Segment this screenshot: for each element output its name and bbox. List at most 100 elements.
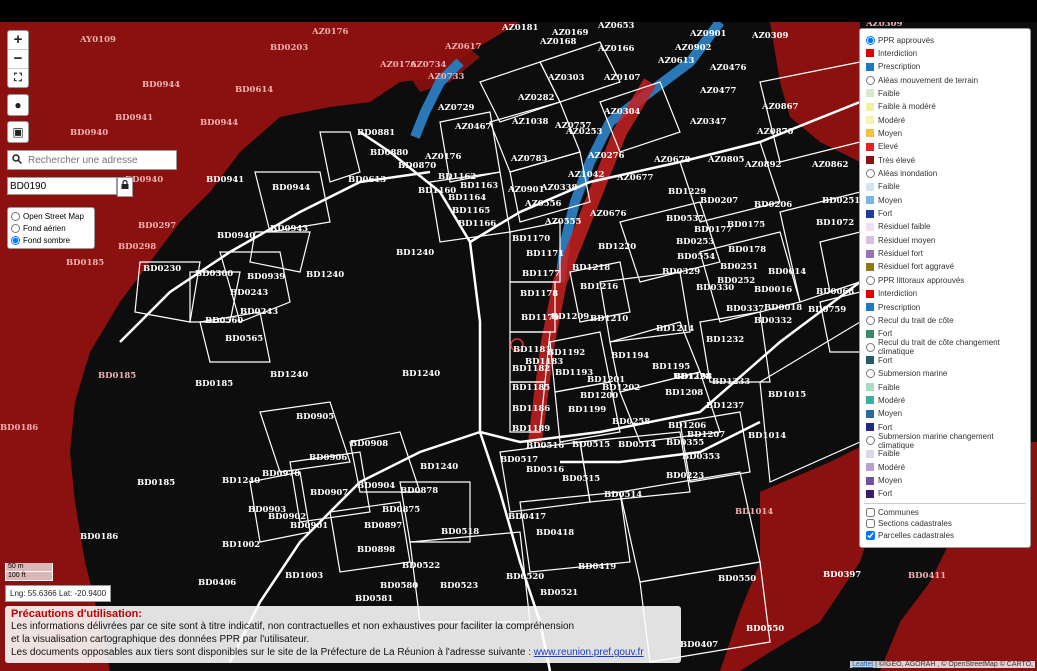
legend-label-27: Modéré (878, 395, 906, 405)
legend-label-10: Aléas inondation (878, 169, 938, 178)
parcel-label-az0555: AZ0555 (544, 217, 582, 227)
parcel-label-bd0907: BD0907 (310, 488, 348, 498)
parcel-label-bd0223: BD0223 (666, 471, 704, 481)
address-search-input[interactable] (26, 153, 170, 167)
lock-icon (121, 179, 129, 189)
zoom-out-button[interactable]: − (8, 50, 28, 69)
parcel-search-input[interactable] (7, 177, 117, 195)
parcel-label-bd1199: BD1199 (568, 405, 606, 415)
parcel-label-bd1164: BD1164 (448, 193, 486, 203)
parcel-label-az1038: AZ1038 (511, 117, 549, 127)
prefecture-link[interactable]: www.reunion.pref.gouv.fr (534, 647, 644, 658)
parcel-label-bd1003: BD1003 (285, 571, 323, 581)
legend-item-5: Faible à modéré (866, 101, 936, 113)
parcel-label-az0282: AZ0282 (517, 93, 555, 103)
legend-radio-3[interactable] (866, 75, 875, 85)
scale-imperial: 100 ft (5, 572, 53, 581)
legend-swatch-6 (866, 116, 874, 125)
parcel-label-bd1177: BD1177 (522, 269, 560, 279)
parcel-label-bd0185: BD0185 (137, 478, 175, 488)
legend-radio-30[interactable] (866, 436, 875, 445)
parcel-label-bd0514: BD0514 (618, 440, 656, 450)
legend-item-33: Moyen (866, 475, 902, 487)
legend-label-20: Prescription (878, 302, 921, 312)
parcel-label-az0862: AZ0862 (811, 160, 849, 170)
top-bar (0, 0, 1037, 22)
parcel-label-bd1189: BD1189 (512, 424, 550, 434)
basemap-option-dark[interactable]: Fond sombre (11, 234, 91, 246)
parcel-label-bd0243: BD0243 (240, 307, 278, 317)
legend-label-34: Fort (878, 489, 893, 499)
legend-radio-18[interactable] (866, 275, 875, 285)
parcel-label-bd0207: BD0207 (700, 196, 738, 206)
legend-item-3[interactable]: Aléas mouvement de terrain (866, 74, 978, 86)
parcel-label-bd0068: BD0068 (816, 287, 854, 297)
parcel-label-bd1202: BD1202 (602, 383, 640, 393)
overlay-checkbox-1[interactable] (866, 519, 875, 529)
legend-radio-25[interactable] (866, 369, 875, 379)
basemap-option-aerial[interactable]: Fond aérien (11, 222, 91, 234)
parcel-label-az0467: AZ0467 (454, 122, 492, 132)
overlay-item-0[interactable]: Communes (866, 506, 919, 518)
legend-radio-21[interactable] (866, 315, 875, 325)
parcel-label-az0253: AZ0253 (565, 127, 603, 137)
legend-swatch-26 (866, 383, 874, 392)
legend-item-17: Résiduel fort aggravé (866, 261, 954, 273)
legend-item-23[interactable]: Recul du trait de côte changement climat… (866, 338, 1030, 356)
overlay-checkbox-0[interactable] (866, 507, 875, 517)
legend-item-30[interactable]: Submersion marine changement climatique (866, 432, 1030, 450)
parcel-label-az0613: AZ0613 (657, 56, 695, 66)
parcel-label-az1042: AZ1042 (567, 170, 605, 180)
basemap-radio-aerial[interactable] (11, 223, 20, 233)
parcel-label-bd0243: BD0243 (230, 288, 268, 298)
locate-button[interactable]: ● (7, 94, 29, 116)
legend-item-28: Moyen (866, 408, 902, 420)
basemap-radio-dark[interactable] (11, 235, 20, 245)
lock-button[interactable] (117, 177, 133, 197)
legend-radio-23[interactable] (866, 342, 875, 352)
overlay-checkbox-2[interactable] (866, 530, 875, 540)
legend-item-2: Prescription (866, 61, 920, 73)
legend-item-34: Fort (866, 488, 892, 500)
legend-swatch-32 (866, 463, 874, 472)
legend-item-10[interactable]: Aléas inondation (866, 168, 937, 180)
parcel-label-bd0613: BD0613 (348, 175, 386, 185)
parcel-label-bd0418: BD0418 (536, 528, 574, 538)
export-button[interactable]: ▣ (7, 121, 29, 143)
legend-item-18[interactable]: PPR littoraux approuvés (866, 274, 964, 286)
basemap-radio-osm[interactable] (11, 211, 20, 221)
parcel-label-bd0520: BD0520 (506, 572, 544, 582)
basemap-selector: Open Street Map Fond aérien Fond sombre (7, 207, 95, 249)
parcel-label-bd1014: BD1014 (748, 431, 786, 441)
parcel-label-bd0901: BD0901 (290, 521, 328, 531)
parcel-label-bd0516: BD0516 (526, 465, 564, 475)
legend-radio-10[interactable] (866, 169, 875, 178)
fullscreen-button[interactable]: ⛶ (8, 69, 28, 87)
parcel-label-bd0251: BD0251 (822, 196, 860, 206)
legend-label-12: Moyen (878, 195, 903, 205)
parcel-label-bd0944: BD0944 (200, 118, 238, 128)
legend-item-16: Résiduel fort (866, 248, 923, 260)
legend-item-0[interactable]: PPR approuvés (866, 34, 934, 46)
parcel-label-bd1163: BD1163 (460, 181, 498, 191)
overlay-item-2[interactable]: Parcelles cadastrales (866, 529, 954, 541)
legend-radio-0[interactable] (866, 35, 875, 45)
parcel-label-az0166: AZ0166 (597, 44, 635, 54)
parcel-label-bd1171: BD1171 (526, 249, 564, 259)
overlay-item-1[interactable]: Sections cadastrales (866, 518, 952, 530)
legend-swatch-34 (866, 489, 874, 498)
legend-item-7: Moyen (866, 127, 902, 139)
parcel-label-bd1214: BD1214 (656, 324, 694, 334)
leaflet-link[interactable]: Leaflet (852, 661, 873, 668)
parcel-label-bd0614: BD0614 (235, 85, 273, 95)
parcel-label-bd1220: BD1220 (598, 242, 636, 252)
zoom-in-button[interactable]: + (8, 31, 28, 50)
basemap-option-osm[interactable]: Open Street Map (11, 210, 91, 222)
legend-swatch-19 (866, 289, 874, 298)
parcel-label-bd0970: BD0970 (262, 469, 300, 479)
legend-item-21[interactable]: Recul du trait de côte (866, 314, 954, 326)
legend-item-25[interactable]: Submersion marine (866, 368, 947, 380)
parcel-label-bd0580: BD0580 (380, 581, 418, 591)
parcel-label-bd0941: BD0941 (115, 113, 153, 123)
parcel-label-bd0419: BD0419 (578, 562, 616, 572)
